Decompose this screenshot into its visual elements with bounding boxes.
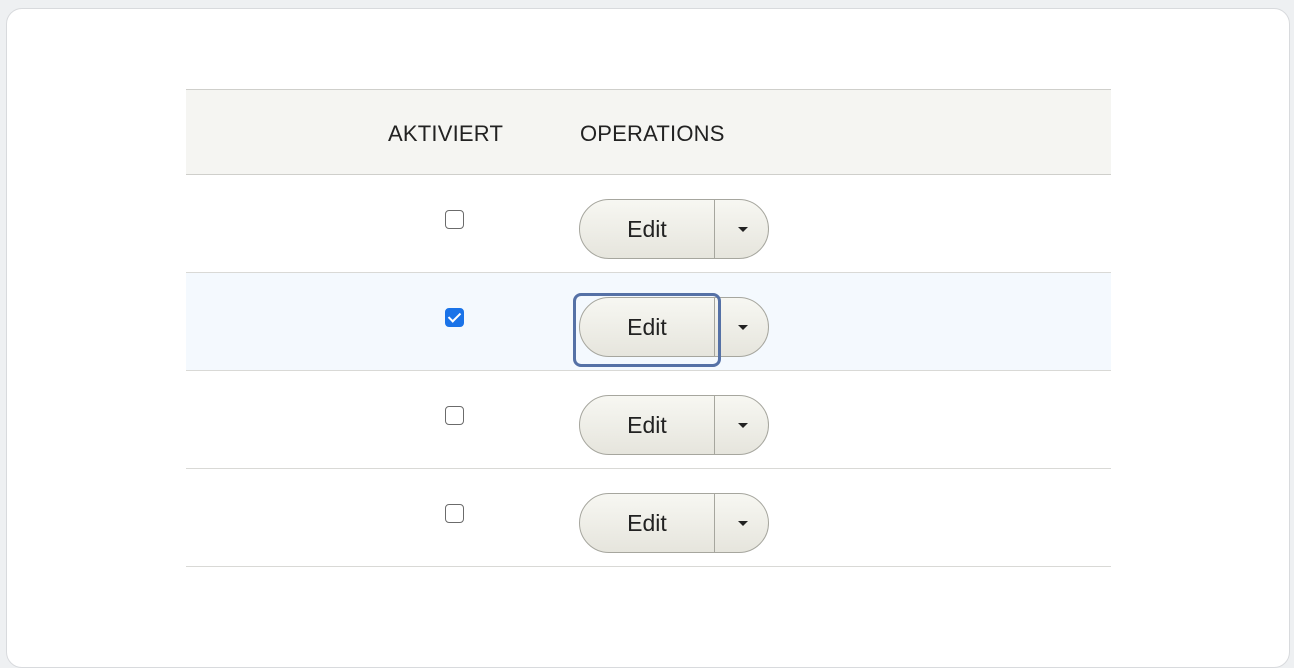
column-header-operations: OPERATIONS (580, 121, 725, 146)
edit-button[interactable]: Edit (580, 494, 715, 552)
caret-down-icon (738, 521, 748, 526)
operations-dropdown-toggle[interactable] (715, 494, 768, 552)
enabled-checkbox[interactable] (445, 210, 464, 229)
caret-down-icon (738, 227, 748, 232)
column-header-enabled: AKTIVIERT (388, 121, 504, 146)
table-row: Edit (186, 175, 1111, 273)
edit-button[interactable]: Edit (580, 298, 715, 356)
caret-down-icon (738, 423, 748, 428)
table-row: Edit (186, 371, 1111, 469)
operations-dropdown-toggle[interactable] (715, 200, 768, 258)
edit-button[interactable]: Edit (580, 200, 715, 258)
blocks-table: AKTIVIERT OPERATIONS Edit Edit Edit Edit (186, 89, 1111, 567)
table-header: AKTIVIERT OPERATIONS (186, 89, 1111, 175)
operations-dropbutton: Edit (579, 395, 769, 455)
operations-dropdown-toggle[interactable] (715, 396, 768, 454)
enabled-checkbox[interactable] (445, 406, 464, 425)
table-row: Edit (186, 273, 1111, 371)
operations-dropbutton: Edit (579, 493, 769, 553)
enabled-checkbox[interactable] (445, 308, 464, 327)
table-row: Edit (186, 469, 1111, 567)
operations-dropbutton: Edit (579, 199, 769, 259)
caret-down-icon (738, 325, 748, 330)
enabled-checkbox[interactable] (445, 504, 464, 523)
edit-button[interactable]: Edit (580, 396, 715, 454)
operations-dropdown-toggle[interactable] (715, 298, 768, 356)
operations-dropbutton: Edit (579, 297, 769, 357)
